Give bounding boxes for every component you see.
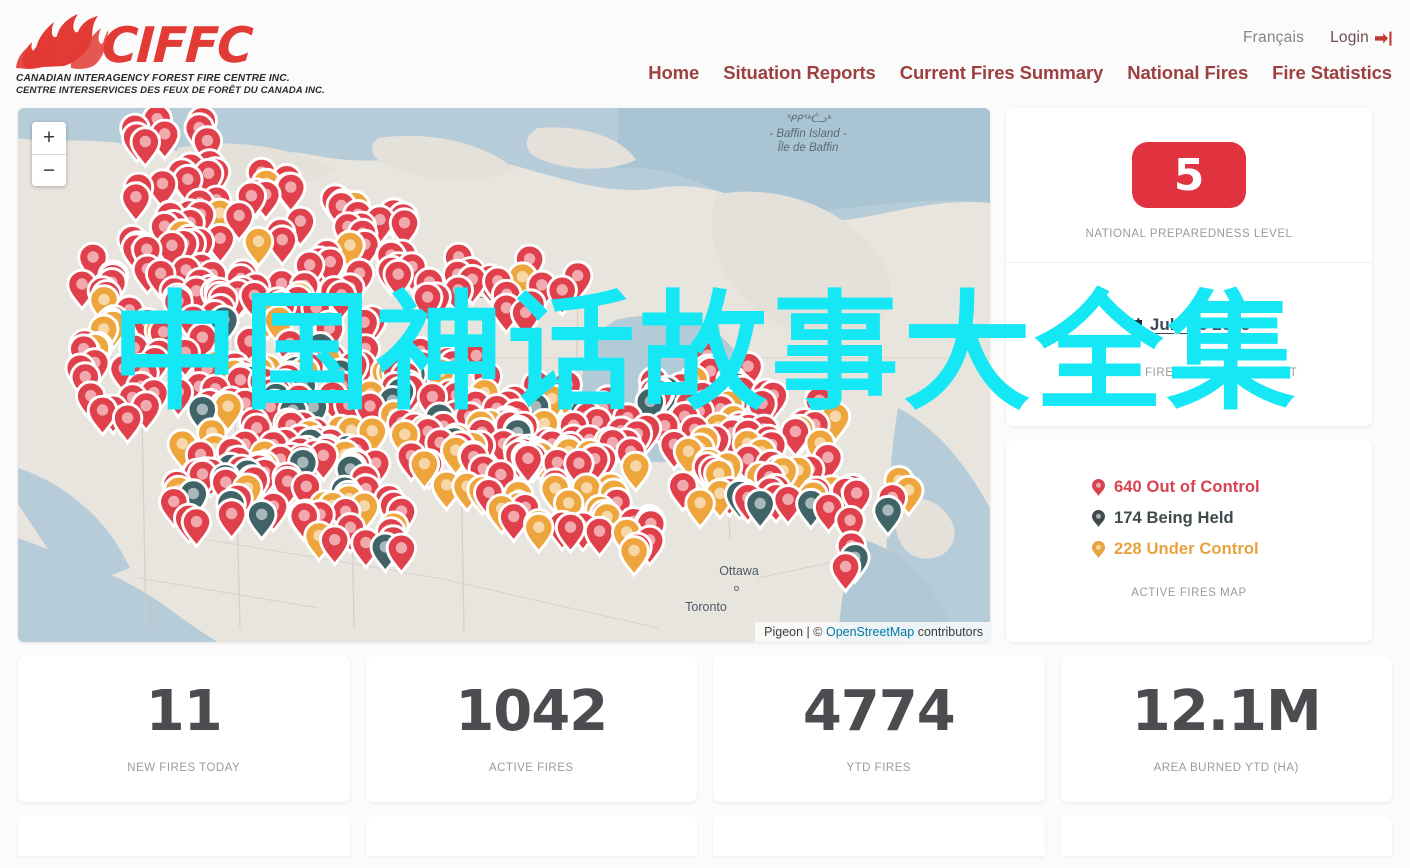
stat-label: AREA BURNED YTD (HA) (1153, 762, 1299, 774)
report-date-text: July 26 2023 (1149, 315, 1251, 334)
under-control-text: 228 Under Control (1114, 540, 1259, 558)
active-fires-out-of-control[interactable]: 640 Out of Control (1006, 478, 1372, 497)
stat-card-next-3[interactable] (713, 816, 1045, 856)
preparedness-panel: 5 NATIONAL PREPAREDNESS LEVEL July 26 20… (1006, 108, 1372, 426)
stat-card-new-fires-today[interactable]: 11 NEW FIRES TODAY (18, 656, 350, 802)
stat-card-ytd-fires[interactable]: 4774 YTD FIRES (713, 656, 1045, 802)
map-zoom-controls: + − (32, 122, 66, 186)
stat-label: NEW FIRES TODAY (127, 762, 241, 774)
attribution-prefix: Pigeon | © (764, 625, 826, 639)
site-header: CIFFC CANADIAN INTERAGENCY FOREST FIRE C… (0, 0, 1410, 108)
active-fires-under-control[interactable]: 228 Under Control (1006, 540, 1372, 559)
logo-tagline-en: CANADIAN INTERAGENCY FOREST FIRE CENTRE … (16, 73, 290, 84)
nav-item-current-fires-summary[interactable]: Current Fires Summary (900, 62, 1104, 84)
active-fires-panel: 640 Out of Control 174 Being Held 228 Un… (1006, 440, 1372, 642)
nav-item-home[interactable]: Home (648, 62, 699, 84)
stat-card-active-fires[interactable]: 1042 ACTIVE FIRES (365, 656, 697, 802)
language-toggle-francais[interactable]: Français (1243, 29, 1304, 47)
stat-value: 1042 (455, 679, 608, 744)
nav-item-situation-reports[interactable]: Situation Reports (723, 62, 876, 84)
stat-value: 4774 (802, 679, 956, 744)
fire-marker-layer (64, 108, 925, 593)
map-zoom-in-button[interactable]: + (32, 122, 66, 154)
attribution-openstreetmap-link[interactable]: OpenStreetMap (826, 625, 914, 639)
national-fire-situation-report-link[interactable]: July 26 2023 (1006, 315, 1372, 335)
stat-card-next-2[interactable] (365, 816, 697, 856)
sign-in-icon (1375, 31, 1392, 46)
nav-item-national-fires[interactable]: National Fires (1127, 62, 1248, 84)
map-pin-icon (1092, 541, 1105, 558)
active-fires-map[interactable]: ᕿᑭᖅᑖᓗᒃ - Baffin Island - Île de Baffin C… (18, 108, 990, 642)
stat-cards-row-next (18, 816, 1392, 856)
being-held-text: 174 Being Held (1114, 509, 1234, 527)
preparedness-caption: NATIONAL PREPAREDNESS LEVEL (1085, 228, 1293, 240)
calendar-icon (1127, 317, 1142, 332)
dashboard-side-column: 5 NATIONAL PREPAREDNESS LEVEL July 26 20… (1006, 108, 1372, 642)
map-zoom-out-button[interactable]: − (32, 154, 66, 186)
primary-navigation: Home Situation Reports Current Fires Sum… (648, 62, 1392, 84)
stat-value: 12.1M (1131, 679, 1322, 744)
dashboard-top-row: ᕿᑭᖅᑖᓗᒃ - Baffin Island - Île de Baffin C… (18, 108, 1392, 642)
map-pin-icon (1092, 510, 1105, 527)
stat-card-next-1[interactable] (18, 816, 350, 856)
login-link[interactable]: Login (1330, 29, 1392, 47)
flame-logo-icon (16, 14, 108, 69)
stat-card-area-burned-ytd[interactable]: 12.1M AREA BURNED YTD (HA) (1060, 656, 1392, 802)
stat-cards-row: 11 NEW FIRES TODAY 1042 ACTIVE FIRES 477… (18, 656, 1392, 802)
stat-label: ACTIVE FIRES (488, 762, 574, 774)
preparedness-level-badge: 5 (1132, 142, 1246, 208)
active-fires-caption: ACTIVE FIRES MAP (1131, 587, 1247, 599)
logo-tagline-fr: CENTRE INTERSERVICES DES FEUX DE FORÊT D… (16, 85, 325, 96)
nav-item-fire-statistics[interactable]: Fire Statistics (1272, 62, 1392, 84)
map-pin-icon (1092, 479, 1105, 496)
panel-divider (1006, 262, 1372, 263)
stat-value: 11 (145, 679, 223, 744)
top-utility-links: Français Login (1243, 29, 1392, 47)
stat-label: YTD FIRES (846, 762, 912, 774)
site-logo[interactable]: CIFFC CANADIAN INTERAGENCY FOREST FIRE C… (16, 8, 325, 96)
report-caption: NATIONAL FIRE SITUATION REPORT (1080, 367, 1298, 379)
out-of-control-text: 640 Out of Control (1114, 478, 1260, 496)
login-label: Login (1330, 29, 1369, 46)
map-attribution: Pigeon | © OpenStreetMap contributors (755, 622, 990, 642)
active-fires-being-held[interactable]: 174 Being Held (1006, 509, 1372, 528)
stat-card-next-4[interactable] (1060, 816, 1392, 856)
dashboard-content: ᕿᑭᖅᑖᓗᒃ - Baffin Island - Île de Baffin C… (0, 108, 1410, 856)
attribution-suffix: contributors (914, 625, 983, 639)
logo-wordmark: CIFFC (100, 17, 254, 75)
